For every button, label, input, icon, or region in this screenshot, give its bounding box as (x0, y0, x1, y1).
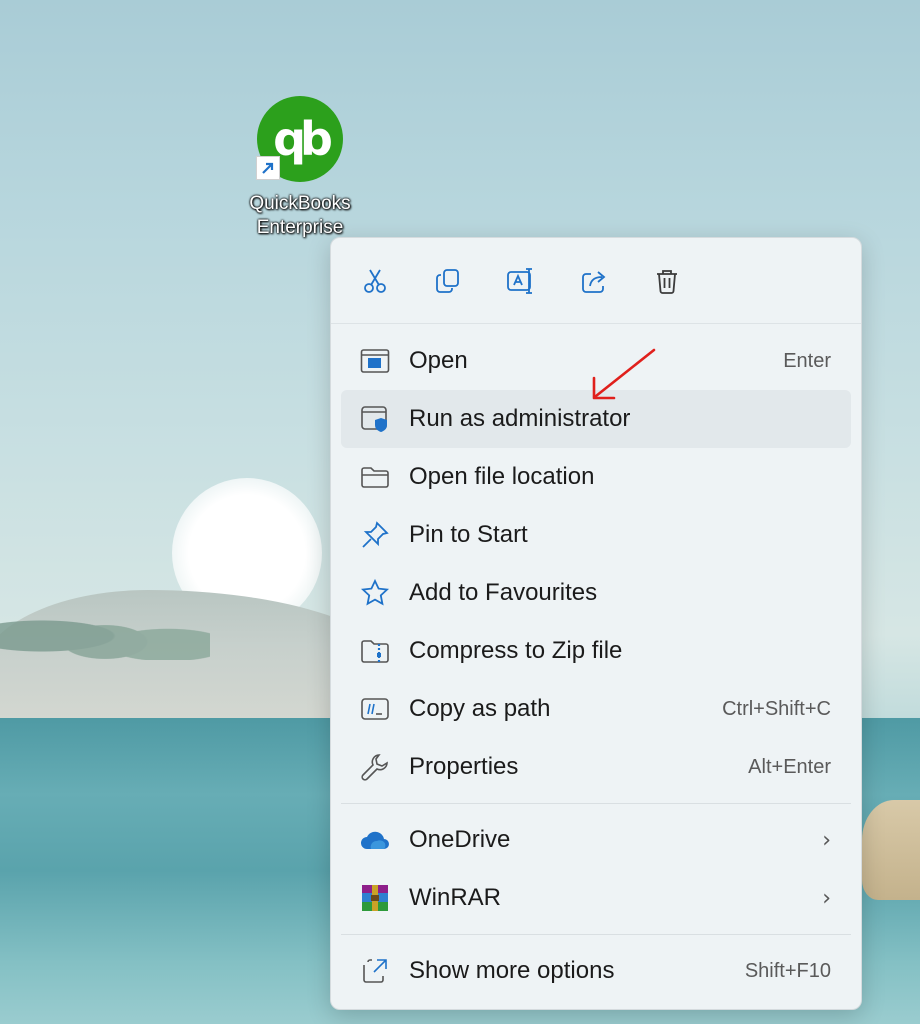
rename-button[interactable] (501, 261, 541, 301)
menu-item-run-as-administrator-label: Run as administrator (409, 405, 631, 432)
copy-path-icon (359, 693, 391, 725)
onedrive-cloud-icon (359, 824, 391, 856)
menu-item-open-file-location[interactable]: Open file location (341, 448, 851, 506)
desktop-icon-label: QuickBooks Enterprise (238, 192, 362, 240)
winrar-icon (359, 882, 391, 914)
copy-icon (436, 268, 459, 293)
menu-item-compress-to-zip-label: Compress to Zip file (409, 637, 623, 664)
menu-item-show-more-options[interactable]: Show more options Shift+F10 (341, 942, 851, 1000)
annotation-arrow-icon (592, 348, 656, 400)
cut-button[interactable] (355, 261, 395, 301)
star-icon (359, 577, 391, 609)
menu-item-properties-shortcut: Alt+Enter (748, 755, 831, 778)
menu-item-pin-to-start[interactable]: Pin to Start (341, 506, 851, 564)
menu-item-winrar-label: WinRAR (409, 884, 502, 911)
quickbooks-logo-text: qb (273, 112, 333, 166)
menu-item-compress-to-zip[interactable]: Compress to Zip file (341, 622, 851, 680)
folder-icon (359, 461, 391, 493)
menu-item-onedrive-label: OneDrive (409, 826, 511, 853)
shield-window-icon (359, 403, 391, 435)
context-menu-items: Open Enter Run as administrator Open fil… (331, 324, 861, 1000)
menu-separator (341, 803, 851, 804)
wallpaper-reeds (862, 800, 920, 900)
context-menu-toolbar (331, 238, 861, 324)
desktop-icon-quickbooks[interactable]: qb QuickBooks Enterprise (238, 96, 362, 240)
delete-icon (657, 269, 677, 294)
delete-button[interactable] (647, 261, 687, 301)
share-button[interactable] (574, 261, 614, 301)
menu-item-onedrive[interactable]: OneDrive › (341, 811, 851, 869)
menu-item-add-to-favourites-label: Add to Favourites (409, 579, 598, 606)
zip-folder-icon (359, 635, 391, 667)
menu-item-properties[interactable]: Properties Alt+Enter (341, 738, 851, 796)
chevron-right-icon: › (822, 827, 831, 853)
menu-item-copy-as-path[interactable]: Copy as path Ctrl+Shift+C (341, 680, 851, 738)
rename-icon (507, 267, 532, 294)
menu-separator (341, 934, 851, 935)
wrench-icon (359, 751, 391, 783)
menu-item-winrar[interactable]: WinRAR › (341, 869, 851, 927)
menu-item-properties-label: Properties (409, 753, 519, 780)
menu-item-show-more-options-shortcut: Shift+F10 (744, 959, 831, 982)
wallpaper-trees (0, 600, 210, 660)
copy-button[interactable] (428, 261, 468, 301)
menu-item-copy-as-path-label: Copy as path (409, 695, 551, 722)
menu-item-open-file-location-label: Open file location (409, 463, 595, 490)
menu-item-pin-to-start-label: Pin to Start (409, 521, 528, 548)
show-more-icon (359, 955, 391, 987)
share-icon (582, 270, 606, 293)
chevron-right-icon: › (822, 885, 831, 911)
icon-label-line1: QuickBooks (249, 193, 351, 214)
open-window-icon (359, 345, 391, 377)
pin-icon (359, 519, 391, 551)
menu-item-copy-as-path-shortcut: Ctrl+Shift+C (722, 697, 831, 720)
shortcut-arrow-icon (256, 156, 280, 180)
menu-item-add-to-favourites[interactable]: Add to Favourites (341, 564, 851, 622)
cut-icon (364, 269, 386, 293)
menu-item-open-shortcut: Enter (783, 349, 831, 372)
menu-item-show-more-options-label: Show more options (409, 957, 615, 984)
